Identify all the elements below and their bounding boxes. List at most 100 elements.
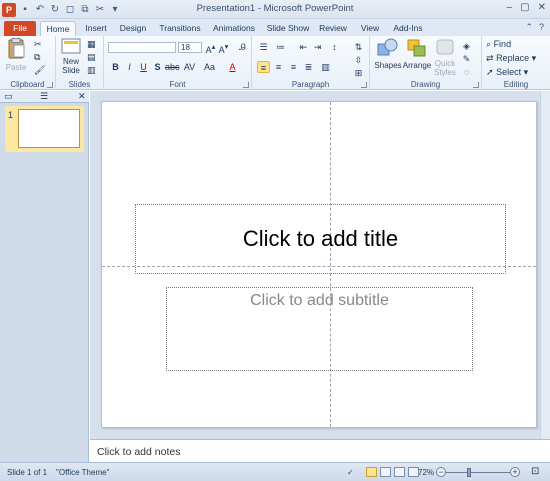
spell-check-icon[interactable]: ✓ [347,468,354,477]
zoom-out-icon[interactable]: − [436,467,446,477]
align-center-icon[interactable]: ≡ [272,61,285,73]
layout-icon[interactable]: ▦ [87,39,96,50]
slide-thumbnail[interactable] [18,109,80,148]
tab-view[interactable]: View [358,21,382,36]
outline-tab-icon[interactable]: ☰ [40,91,48,102]
arrange-icon [407,39,426,57]
new-slide-button[interactable]: New Slide [58,38,84,75]
tab-design[interactable]: Design [118,21,148,36]
title-placeholder[interactable]: Click to add title [135,204,506,274]
group-paragraph: ☰ ≔ ⇤ ⇥ ↕ ⇅ ≡ ≡ ≡ ≣ ▥ ⇳ ⊞ Paragraph [252,36,370,90]
drawing-launcher-icon[interactable] [473,82,479,88]
shape-effects-icon[interactable]: ◌ [460,66,473,78]
character-spacing-icon[interactable]: AV [183,61,196,73]
zoom-in-icon[interactable]: + [510,467,520,477]
tab-animations[interactable]: Animations [212,21,256,36]
change-case-icon[interactable]: Aa [203,61,216,73]
paragraph-launcher-icon[interactable] [361,82,367,88]
slides-tab-icon[interactable]: ▭ [4,91,13,102]
notes-pane[interactable]: Click to add notes [90,439,550,462]
clear-formatting-icon[interactable]: Ꭿ [236,41,249,53]
minimize-icon[interactable]: – [507,2,513,13]
close-icon[interactable]: ✕ [538,2,546,13]
smartart-icon[interactable]: ⊞ [352,67,365,79]
tab-home[interactable]: Home [40,21,76,36]
columns-icon[interactable]: ▥ [319,61,332,73]
chevron-down-icon: ▾ [523,67,529,77]
text-direction-icon[interactable]: ⇅ [352,41,365,53]
slide-canvas[interactable]: Click to add title Click to add subtitle [101,101,537,428]
reading-view-icon[interactable] [394,467,405,477]
zoom-slider-track[interactable] [446,472,510,473]
tab-slide-show[interactable]: Slide Show [266,21,310,36]
cut-icon[interactable]: ✂ [34,39,42,50]
group-slides: New Slide ▦ ▤ ▥ Slides [56,36,104,90]
find-button[interactable]: ⌕ Find [486,39,511,50]
section-icon[interactable]: ▥ [87,65,96,76]
align-right-icon[interactable]: ≡ [287,61,300,73]
group-drawing: Shapes Arrange Quick Styles ◈ ✎ ◌ Drawin… [370,36,482,90]
font-launcher-icon[interactable] [243,82,249,88]
select-button[interactable]: ➚ Select ▾ [486,67,528,78]
shadow-icon[interactable]: S [151,61,164,73]
tab-insert[interactable]: Insert [82,21,110,36]
paste-button[interactable]: Paste [4,38,28,72]
minimize-ribbon-icon[interactable]: ⌃ [525,22,533,33]
line-spacing-icon[interactable]: ↕ [328,41,341,53]
window-controls: – ▢ ✕ [507,2,546,13]
slide-counter: Slide 1 of 1 [7,468,48,477]
shrink-font-icon[interactable]: A▾ [217,41,230,55]
vertical-scrollbar[interactable] [540,91,550,439]
font-size-dropdown[interactable]: 18 [178,42,202,53]
slides-pane-tabs: ▭ ☰ ✕ [0,91,89,103]
ribbon-controls: ⌃ ? [525,22,544,33]
numbering-icon[interactable]: ≔ [274,41,287,53]
ribbon-tabs: File Home Insert Design Transitions Anim… [0,19,550,36]
replace-icon: ⇄ [486,53,494,63]
theme-name[interactable]: "Office Theme" [56,468,109,477]
format-painter-icon[interactable]: 🖌 [34,65,45,76]
font-name-dropdown[interactable] [108,42,176,53]
window-title: Presentation1 - Microsoft PowerPoint [196,3,354,14]
slide-sorter-view-icon[interactable] [380,467,391,477]
zoom-slider-thumb[interactable] [467,468,471,477]
decrease-indent-icon[interactable]: ⇤ [297,41,310,53]
maximize-icon[interactable]: ▢ [520,2,529,13]
bullets-icon[interactable]: ☰ [257,41,270,53]
group-font: 18 A▴ A▾ Ꭿ B I U S abc AV Aa A Font [104,36,252,90]
increase-indent-icon[interactable]: ⇥ [311,41,324,53]
tab-transitions[interactable]: Transitions [158,21,202,36]
shapes-button[interactable]: Shapes [374,38,402,70]
normal-view-icon[interactable] [366,467,377,477]
fit-to-window-icon[interactable]: ⊡ [531,466,539,477]
paste-icon [8,38,25,59]
close-pane-icon[interactable]: ✕ [78,91,86,102]
copy-icon[interactable]: ⧉ [34,52,40,63]
shape-outline-icon[interactable]: ✎ [460,53,473,65]
shape-fill-icon[interactable]: ◈ [460,40,473,52]
justify-icon[interactable]: ≣ [302,61,315,73]
reset-icon[interactable]: ▤ [87,52,96,63]
tab-add-ins[interactable]: Add-Ins [392,21,424,36]
notes-placeholder[interactable]: Click to add notes [97,446,180,458]
strikethrough-icon[interactable]: abc [165,61,180,73]
align-text-icon[interactable]: ⇳ [352,54,365,66]
underline-icon[interactable]: U [137,61,150,73]
group-editing: ⌕ Find ⇄ Replace ▾ ➚ Select ▾ Editing [486,39,537,89]
arrange-button[interactable]: Arrange [402,38,432,70]
new-slide-icon [61,38,81,54]
help-icon[interactable]: ? [539,22,544,33]
align-left-icon[interactable]: ≡ [257,61,270,73]
bold-icon[interactable]: B [109,61,122,73]
zoom-level[interactable]: 72% [418,468,434,477]
quick-styles-button[interactable]: Quick Styles [432,38,458,77]
clipboard-launcher-icon[interactable] [47,82,53,88]
font-color-icon[interactable]: A [226,61,239,73]
replace-button[interactable]: ⇄ Replace ▾ [486,53,536,64]
tab-review[interactable]: Review [318,21,348,36]
tab-file[interactable]: File [4,21,36,36]
thumbnail-number: 1 [8,110,14,120]
italic-icon[interactable]: I [123,61,136,73]
grow-font-icon[interactable]: A▴ [204,41,217,55]
subtitle-placeholder[interactable]: Click to add subtitle [166,287,473,371]
